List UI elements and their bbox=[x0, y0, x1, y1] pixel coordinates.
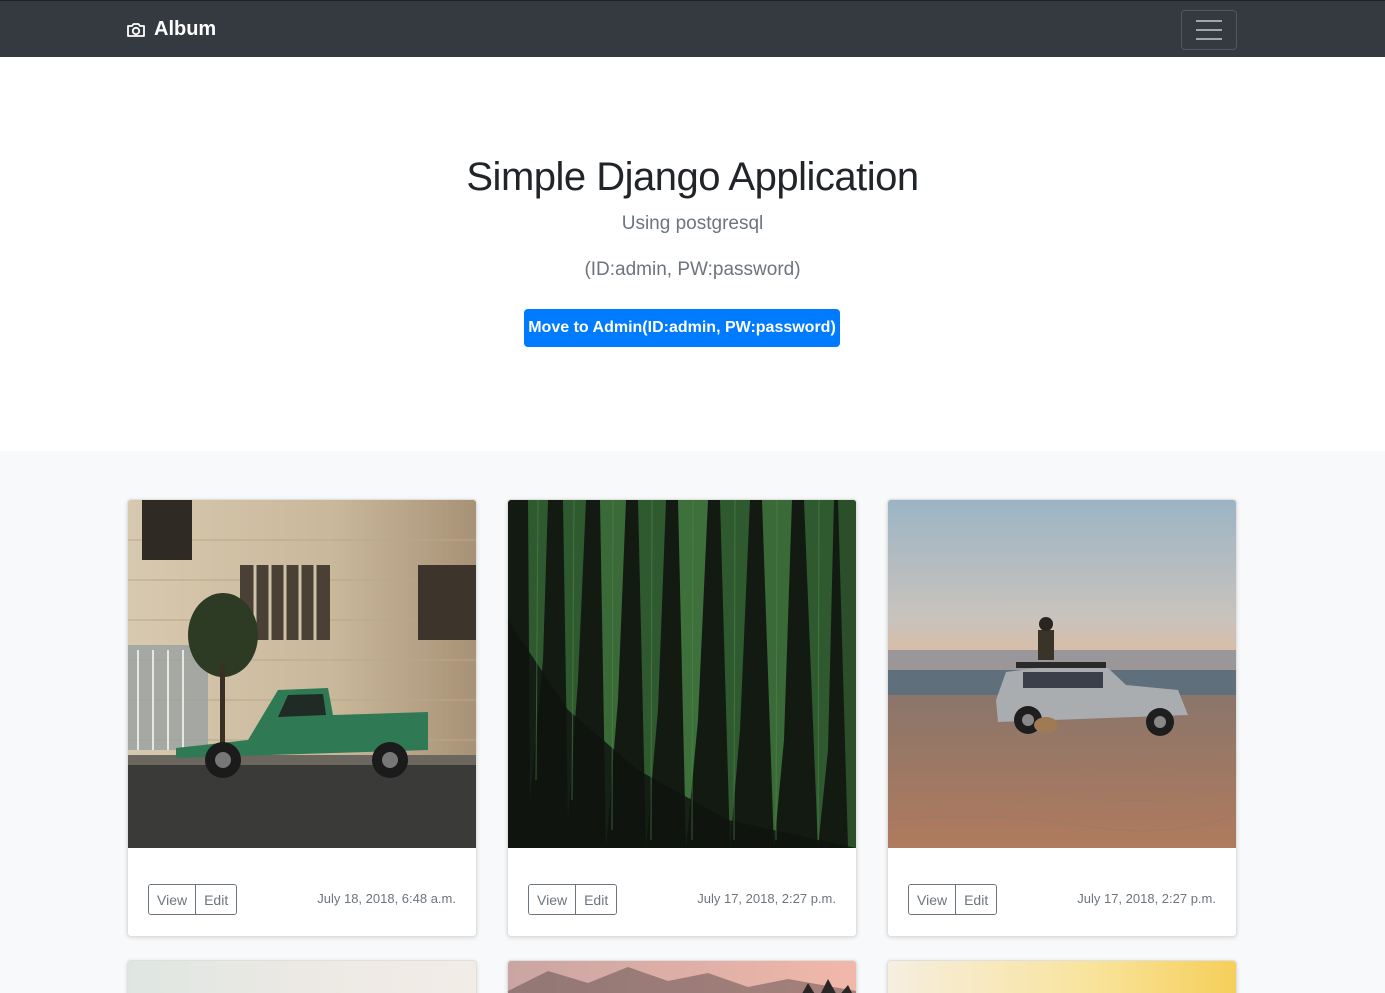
album-card bbox=[887, 960, 1237, 993]
card-date: July 17, 2018, 2:27 p.m. bbox=[697, 891, 836, 906]
brand-link[interactable]: Album bbox=[126, 1, 216, 58]
hamburger-menu-icon bbox=[1196, 38, 1222, 40]
hamburger-menu-icon bbox=[1196, 29, 1222, 31]
album-card bbox=[127, 960, 477, 993]
card-date: July 18, 2018, 6:48 a.m. bbox=[317, 891, 456, 906]
hamburger-menu-icon bbox=[1196, 20, 1222, 22]
edit-button[interactable]: Edit bbox=[195, 885, 237, 914]
brand-label: Album bbox=[154, 18, 217, 40]
album-section: View Edit July 18, 2018, 6:48 a.m. View … bbox=[0, 451, 1385, 993]
card-footer: View Edit July 18, 2018, 6:48 a.m. bbox=[128, 848, 476, 936]
album-photo[interactable] bbox=[888, 961, 1236, 993]
album-card: View Edit July 17, 2018, 2:27 p.m. bbox=[507, 499, 857, 937]
card-action-group: View Edit bbox=[908, 884, 998, 915]
album-card: View Edit July 18, 2018, 6:48 a.m. bbox=[127, 499, 477, 937]
hero-section: Simple Django Application Using postgres… bbox=[0, 57, 1385, 451]
camera-icon bbox=[127, 22, 145, 37]
hero-subtitle: Using postgresql bbox=[621, 213, 764, 234]
edit-button[interactable]: Edit bbox=[575, 885, 617, 914]
album-photo[interactable] bbox=[128, 500, 476, 848]
hero-credentials: (ID:admin, PW:password) bbox=[584, 259, 801, 280]
card-footer: View Edit July 17, 2018, 2:27 p.m. bbox=[888, 848, 1236, 936]
navbar: Album bbox=[0, 0, 1385, 57]
album-photo[interactable] bbox=[888, 500, 1236, 848]
navbar-toggle-button[interactable] bbox=[1181, 10, 1237, 50]
album-card bbox=[507, 960, 857, 993]
card-footer: View Edit July 17, 2018, 2:27 p.m. bbox=[508, 848, 856, 936]
card-date: July 17, 2018, 2:27 p.m. bbox=[1077, 891, 1216, 906]
view-button[interactable]: View bbox=[529, 885, 576, 914]
view-button[interactable]: View bbox=[149, 885, 196, 914]
move-to-admin-button[interactable]: Move to Admin(ID:admin, PW:password) bbox=[524, 309, 840, 347]
page-title: Simple Django Application bbox=[466, 155, 919, 199]
edit-button[interactable]: Edit bbox=[955, 885, 997, 914]
view-button[interactable]: View bbox=[909, 885, 956, 914]
card-action-group: View Edit bbox=[528, 884, 618, 915]
album-photo[interactable] bbox=[508, 961, 856, 993]
card-action-group: View Edit bbox=[148, 884, 238, 915]
album-photo[interactable] bbox=[508, 500, 856, 848]
album-card: View Edit July 17, 2018, 2:27 p.m. bbox=[887, 499, 1237, 937]
album-photo[interactable] bbox=[128, 961, 476, 993]
